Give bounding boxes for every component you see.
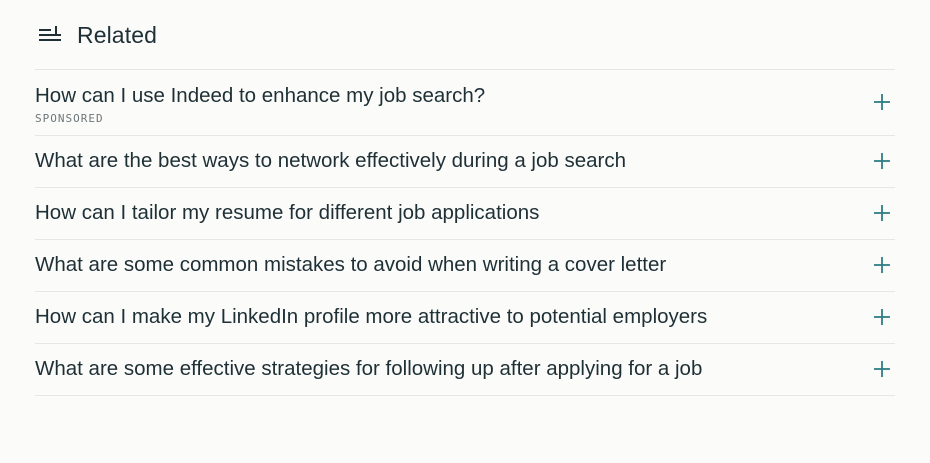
sponsored-label: SPONSORED [35, 112, 104, 125]
related-item[interactable]: How can I tailor my resume for different… [35, 188, 895, 240]
list-plus-icon [38, 23, 62, 47]
related-item[interactable]: What are the best ways to network effect… [35, 136, 895, 188]
plus-icon[interactable] [872, 307, 892, 327]
related-item-text[interactable]: How can I use Indeed to enhance my job s… [35, 83, 485, 109]
related-item-text[interactable]: How can I make my LinkedIn profile more … [35, 304, 707, 330]
plus-icon[interactable] [872, 151, 892, 171]
plus-icon[interactable] [872, 92, 892, 112]
plus-icon[interactable] [872, 255, 892, 275]
related-item-text[interactable]: How can I tailor my resume for different… [35, 200, 539, 226]
related-item-text[interactable]: What are some common mistakes to avoid w… [35, 252, 666, 278]
related-item-text[interactable]: What are the best ways to network effect… [35, 148, 626, 174]
related-item[interactable]: What are some common mistakes to avoid w… [35, 240, 895, 292]
related-item[interactable]: What are some effective strategies for f… [35, 344, 895, 396]
plus-icon[interactable] [872, 203, 892, 223]
related-item[interactable]: How can I use Indeed to enhance my job s… [35, 70, 895, 136]
related-item-text[interactable]: What are some effective strategies for f… [35, 356, 702, 382]
plus-icon[interactable] [872, 359, 892, 379]
related-header: Related [35, 0, 895, 70]
related-title: Related [77, 22, 157, 48]
related-section: Related How can I use Indeed to enhance … [35, 0, 895, 396]
related-item[interactable]: How can I make my LinkedIn profile more … [35, 292, 895, 344]
